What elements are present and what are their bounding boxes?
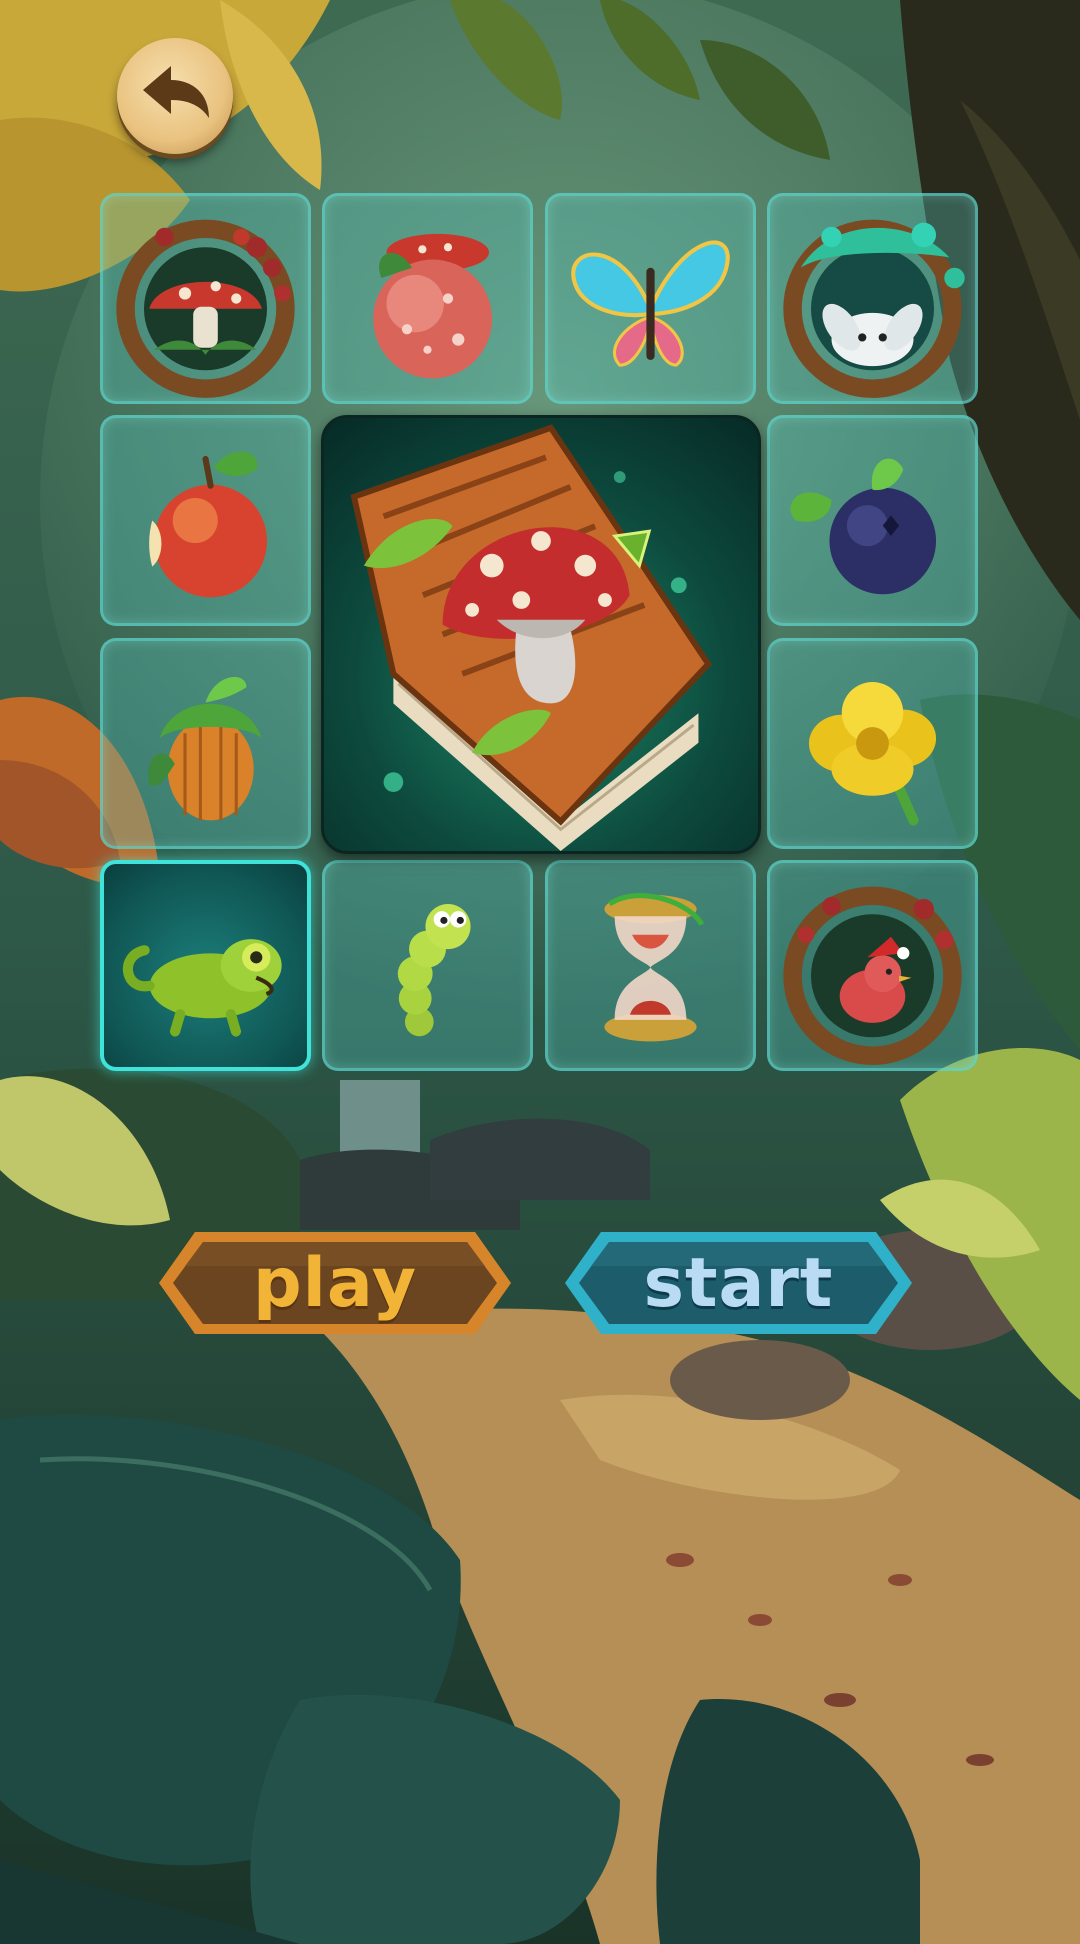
tile-hourglass[interactable] (545, 860, 756, 1071)
butterfly-icon (571, 240, 730, 367)
tile-bunny-wreath[interactable] (767, 193, 978, 404)
undo-arrow-icon (143, 66, 209, 118)
tile-chameleon[interactable] (100, 860, 311, 1071)
caterpillar-icon (397, 904, 471, 1037)
hourglass-icon (604, 892, 705, 1042)
yellow-flower-icon (808, 682, 937, 826)
tile-yellow-flower[interactable] (767, 638, 978, 849)
tile-hazelnut[interactable] (100, 638, 311, 849)
bitten-apple-icon (149, 451, 267, 598)
start-button[interactable]: start (561, 1228, 916, 1338)
bird-wreath-icon (783, 886, 962, 1065)
play-button[interactable]: play (155, 1228, 515, 1338)
featured-mushroom-book-card[interactable] (321, 415, 761, 854)
mushroom-storybook-icon (350, 424, 713, 851)
play-label: play (252, 1243, 418, 1323)
back-button[interactable] (117, 38, 233, 154)
bunny-wreath-icon (783, 219, 965, 398)
hazelnut-icon (148, 677, 262, 821)
puzzle-board (100, 193, 985, 1080)
tile-blueberry[interactable] (767, 415, 978, 626)
tile-bird-wreath[interactable] (767, 860, 978, 1071)
tile-magic-peach[interactable] (322, 193, 533, 404)
tile-bitten-apple[interactable] (100, 415, 311, 626)
mushroom-wreath-icon (116, 219, 295, 398)
blueberry-icon (790, 458, 937, 595)
chameleon-icon (123, 939, 282, 1037)
tile-mushroom-wreath[interactable] (100, 193, 311, 404)
tile-caterpillar[interactable] (322, 860, 533, 1071)
tile-butterfly[interactable] (545, 193, 756, 404)
start-label: start (643, 1243, 834, 1323)
magic-peach-icon (373, 233, 493, 379)
